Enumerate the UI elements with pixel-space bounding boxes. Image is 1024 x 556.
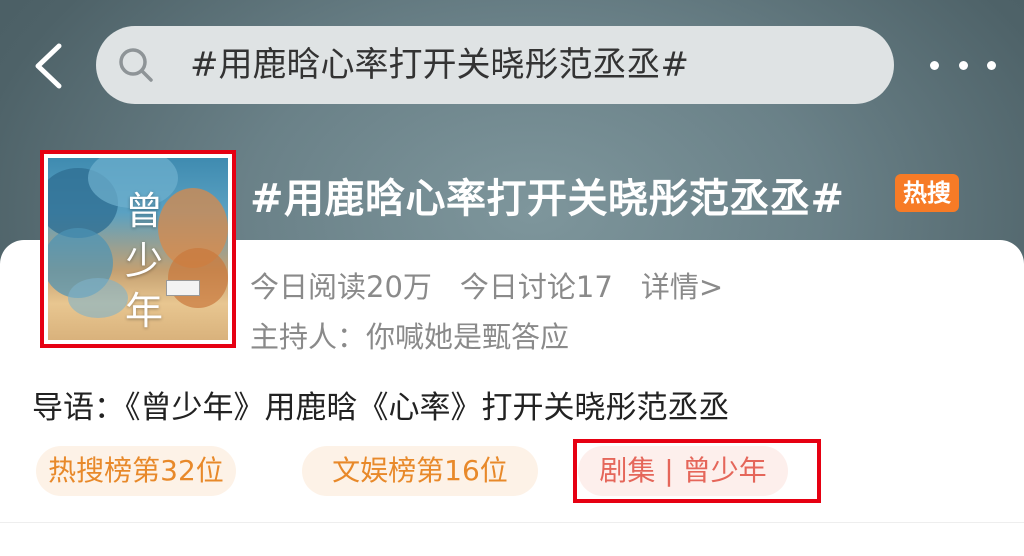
entertainment-rank-tag[interactable]: 文娱榜第16位 [302,446,538,496]
dot-icon [930,60,939,70]
topic-intro: 导语：《曾少年》用鹿晗《心率》打开关晓彤范丞丞 [32,382,730,427]
drama-tag[interactable]: 剧集 | 曾少年 [578,446,788,496]
hot-search-rank-tag[interactable]: 热搜榜第32位 [36,446,236,496]
today-discussions: 今日讨论17 [459,270,613,304]
back-button[interactable] [26,40,70,92]
topic-stats: 今日阅读20万 今日讨论17 详情> [250,264,751,306]
dot-icon [958,60,968,70]
intro-label: 导语： [32,390,125,426]
divider [0,522,1024,523]
search-icon [119,48,153,82]
poster-highlight-box: 曾 少 年 [40,150,236,348]
hot-search-badge: 热搜 [895,174,959,212]
dot-icon [987,60,996,70]
drama-poster[interactable]: 曾 少 年 [48,158,228,340]
search-query-text[interactable]: #用鹿晗心率打开关晓彤范丞丞# [190,26,689,104]
host-info: 主持人：你喊她是甄答应 [250,314,569,356]
poster-logo [166,280,200,296]
search-bar[interactable]: #用鹿晗心率打开关晓彤范丞丞# [96,26,894,104]
details-link[interactable]: 详情> [641,270,723,304]
today-reads: 今日阅读20万 [250,270,432,304]
more-options-button[interactable] [930,50,996,80]
poster-title: 曾 少 年 [124,189,163,333]
chevron-left-icon [35,43,62,89]
host-label: 主持人： [250,320,367,354]
topic-title: #用鹿晗心率打开关晓彤范丞丞# [250,176,845,222]
host-name[interactable]: 你喊她是甄答应 [366,320,569,354]
intro-text: 《曾少年》用鹿晗《心率》打开关晓彤范丞丞 [125,390,730,426]
